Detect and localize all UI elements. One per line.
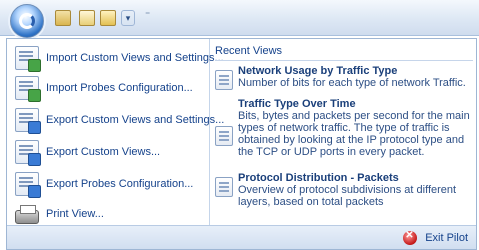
document-icon[interactable] — [79, 10, 95, 26]
recent-view-description: Bits, bytes and packets per second for t… — [238, 110, 470, 158]
divider — [215, 60, 473, 61]
exit-label: Exit Pilot — [425, 232, 468, 244]
recent-view-title: Network Usage by Traffic Type — [238, 65, 398, 77]
recent-view-title: Protocol Distribution - Packets — [238, 172, 399, 184]
document-icon — [215, 177, 233, 197]
app-orb-icon — [19, 13, 35, 29]
menu-item-import-probes[interactable]: Import Probes Configuration... — [11, 73, 209, 103]
recent-view-description: Overview of protocol subdivisions at dif… — [238, 184, 457, 208]
menu-item-import-views[interactable]: Import Custom Views and Settings... — [11, 43, 224, 73]
application-menu-panel: Import Custom Views and Settings... Impo… — [6, 38, 477, 250]
recent-view-item[interactable]: Protocol Distribution - Packets Overview… — [215, 172, 475, 208]
import-probes-icon — [15, 76, 41, 102]
menu-item-label: Export Custom Views... — [46, 146, 161, 158]
recent-view-item[interactable]: Traffic Type Over Time Bits, bytes and p… — [215, 98, 475, 158]
menu-item-export-probes[interactable]: Export Probes Configuration... — [11, 169, 209, 199]
document-icon — [215, 70, 233, 90]
recent-view-item[interactable]: Network Usage by Traffic Type Number of … — [215, 65, 475, 90]
folder-save-icon[interactable] — [55, 10, 71, 26]
customize-toolbar-icon[interactable]: ⁼ — [145, 10, 153, 26]
printer-icon — [15, 205, 39, 224]
export-probes-icon — [15, 172, 41, 198]
menu-item-label: Import Probes Configuration... — [46, 82, 193, 94]
quick-access-toolbar: ▾ ⁼ — [0, 0, 479, 38]
menu-item-label: Import Custom Views and Settings... — [46, 52, 224, 64]
menu-item-label: Print View... — [46, 208, 104, 220]
document-icon — [215, 126, 233, 146]
recent-view-title: Traffic Type Over Time — [238, 98, 356, 110]
recent-views-pane: Recent Views Network Usage by Traffic Ty… — [211, 39, 476, 225]
menu-item-label: Export Probes Configuration... — [46, 178, 194, 190]
recent-view-description: Number of bits for each type of network … — [238, 77, 466, 89]
application-menu-button[interactable] — [10, 4, 44, 38]
export-custom-views-icon — [15, 140, 41, 166]
menu-item-export-custom-views[interactable]: Export Custom Views... — [11, 137, 209, 167]
exit-icon — [403, 230, 418, 245]
recent-views-title: Recent Views — [215, 45, 283, 57]
document-dropdown-icon[interactable] — [100, 10, 116, 26]
exit-button[interactable]: Exit Pilot — [399, 229, 472, 247]
chevron-down-icon[interactable]: ▾ — [121, 10, 135, 26]
import-views-icon — [15, 46, 41, 72]
export-views-icon — [15, 108, 41, 134]
menu-item-label: Export Custom Views and Settings... — [46, 114, 225, 126]
menu-footer: Exit Pilot — [7, 225, 476, 249]
menu-item-export-views-settings[interactable]: Export Custom Views and Settings... — [11, 105, 224, 135]
menu-commands: Import Custom Views and Settings... Impo… — [7, 39, 224, 225]
